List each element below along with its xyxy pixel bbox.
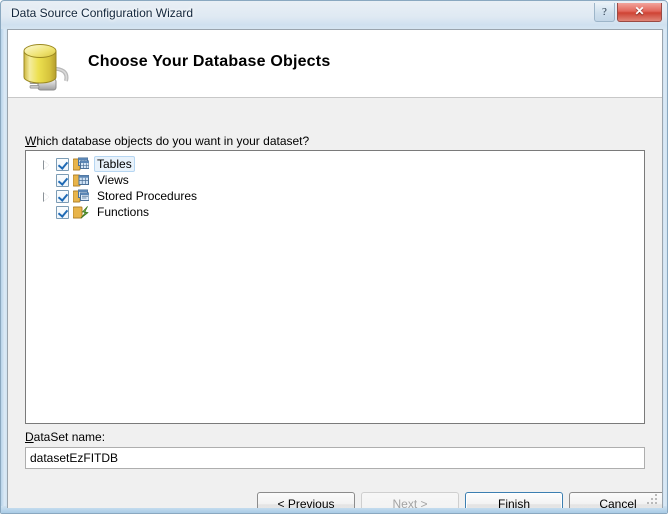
stored-procedures-icon [72,189,90,204]
tree-node[interactable]: Views [26,172,644,188]
tree-node-label: Tables [94,156,135,172]
tree-node-checkbox[interactable] [56,189,69,203]
window-controls: ? ✕ [594,3,662,22]
tree-node-checkbox[interactable] [56,205,69,219]
dataset-name-input[interactable] [25,447,645,469]
header-banner: Choose Your Database Objects [8,30,662,98]
close-icon[interactable]: ✕ [617,3,662,22]
dialog-body: Which database objects do you want in yo… [8,99,662,508]
dataset-accesskey: D [25,430,34,444]
title-bar[interactable]: Data Source Configuration Wizard ? ✕ [1,1,667,29]
tree-node-label: Stored Procedures [97,189,198,203]
views-icon [72,173,89,188]
button-accesskey: F [497,497,506,508]
dialog-client-area: Choose Your Database Objects Which datab… [7,29,663,508]
tree-node-checkbox[interactable] [56,157,69,171]
chevron-right-icon[interactable] [40,158,53,171]
button-row: < Previous Next > Finish Cancel [8,492,662,508]
dataset-name-label: DataSet name: [25,430,105,444]
tree-node-checkbox[interactable] [56,173,69,187]
prompt-text: hich database objects do you want in you… [36,134,310,148]
help-icon[interactable]: ? [594,3,615,22]
tree-node[interactable]: Tables [26,156,644,172]
prompt-label: Which database objects do you want in yo… [25,134,309,148]
tree-node-label: Views [97,173,129,187]
tree-node[interactable]: Stored Procedures [26,188,644,204]
previous-button[interactable]: < Previous [257,492,355,508]
page-title: Choose Your Database Objects [88,53,331,70]
resize-grip[interactable] [647,494,659,506]
chevron-right-icon[interactable] [40,190,53,203]
button-accesskey: N [392,497,402,508]
window-title: Data Source Configuration Wizard [11,6,194,20]
dataset-label-text: ataSet name: [33,430,106,444]
finish-button[interactable]: Finish [465,492,563,508]
database-plug-icon [18,35,80,95]
dialog-window: Data Source Configuration Wizard ? ✕ Cho… [0,0,668,514]
tree-node-label: Functions [97,205,150,219]
functions-icon [72,205,89,220]
prompt-accesskey: W [25,134,37,148]
next-button: Next > [361,492,459,508]
tree-node[interactable]: Functions [26,204,644,220]
tables-icon [72,157,90,172]
database-objects-tree[interactable]: Tables Views Stored Procedures Functions [25,150,645,424]
button-accesskey: P [287,497,296,508]
